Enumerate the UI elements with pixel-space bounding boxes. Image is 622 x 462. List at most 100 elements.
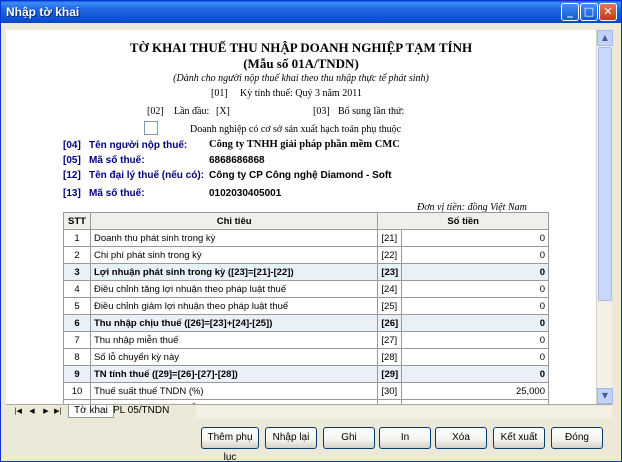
taxpayer-label: Tên người nộp thuế: — [89, 140, 188, 151]
taxpayer-value: Công ty TNHH giải pháp phần mềm CMC — [209, 139, 400, 150]
period-label: Kỳ tính thuế: Quý 3 năm 2011 — [240, 88, 362, 99]
agent-taxid-label: Mã số thuế: — [89, 188, 145, 199]
first-sheet-icon[interactable]: |◀ — [12, 406, 24, 417]
tab-to-khai[interactable]: Tờ khai — [68, 405, 114, 418]
agent-value: Công ty CP Công nghệ Diamond - Soft — [209, 170, 392, 181]
next-sheet-icon[interactable]: ▶ — [40, 406, 52, 417]
row-stt: 6 — [63, 314, 91, 332]
header-stt: STT — [63, 212, 91, 230]
row-code: [23] — [377, 263, 403, 281]
close-window-button[interactable]: ✕ — [599, 3, 617, 21]
row-desc: Thuế suất thuế TNDN (%) — [89, 382, 379, 400]
row-amount[interactable]: 0 — [401, 280, 549, 298]
agent-taxid-code: [13] — [63, 188, 81, 199]
row-amount[interactable]: 0 — [401, 297, 549, 315]
row-stt: 2 — [63, 246, 91, 264]
row-stt: 4 — [63, 280, 91, 298]
table-body: 1 Doanh thu phát sinh trong kỳ [21] 0 2 Chi p… — [63, 229, 549, 404]
app-window: Nhập tờ khai _ □ ✕ TỜ KHAI THUẾ THU NHẬP… — [0, 0, 622, 462]
row-amount[interactable]: 0 — [401, 229, 549, 247]
taxid-value: 6868686868 — [209, 155, 265, 166]
dependent-unit-label: Doanh nghiệp có cơ sở sản xuất hạch toán… — [190, 124, 402, 135]
table-row: 2 Chi phí phát sinh trong kỳ [22] 0 — [63, 246, 549, 264]
print-button[interactable]: In — [379, 427, 431, 449]
table-row: 9 TN tính thuế ([29]=[26]-[27]-[28]) [29] 0 — [63, 365, 549, 383]
row-amount[interactable]: 25,000 — [401, 382, 549, 400]
row-desc: Doanh thu phát sinh trong kỳ — [89, 229, 379, 247]
row-desc: TN tính thuế ([29]=[26]-[27]-[28]) — [89, 365, 379, 383]
row-desc: Điều chỉnh tăng lợi nhuận theo pháp luật… — [89, 280, 379, 298]
close-button[interactable]: Đóng — [551, 427, 603, 449]
prev-sheet-icon[interactable]: ◀ — [26, 406, 38, 417]
row-stt: 5 — [63, 297, 91, 315]
row-stt: 8 — [63, 348, 91, 366]
row-stt: 3 — [63, 263, 91, 281]
dependent-unit-checkbox[interactable] — [144, 121, 158, 135]
period-code: [01] — [211, 88, 228, 99]
supplement-label: Bổ sung lần thứ: — [338, 106, 405, 117]
first-time-code: [02] — [147, 106, 164, 117]
add-appendix-button[interactable]: Thêm phụ lục — [201, 427, 259, 462]
row-desc: Thu nhập miễn thuế — [89, 331, 379, 349]
agent-taxid-value: 0102030405001 — [209, 188, 282, 199]
row-code: [21] — [377, 229, 403, 247]
last-sheet-icon[interactable]: ▶| — [52, 406, 64, 417]
row-stt: 9 — [63, 365, 91, 383]
sheet-tabs: |◀ ◀ ▶ ▶| Tờ khai PL 05/TNDN — [6, 404, 612, 418]
row-amount[interactable]: 0 — [401, 263, 549, 281]
table-row: 6 Thu nhập chịu thuế ([26]=[23]+[24]-[25]… — [63, 314, 549, 332]
row-desc: Chi phí phát sinh trong kỳ — [89, 246, 379, 264]
form-note: (Dành cho người nộp thuế khai theo thu n… — [173, 73, 429, 84]
row-desc: Thu nhập chịu thuế ([26]=[23]+[24]-[25]) — [89, 314, 379, 332]
delete-button[interactable]: Xóa — [435, 427, 487, 449]
row-stt: 7 — [63, 331, 91, 349]
agent-label: Tên đại lý thuế (nếu có): — [89, 170, 205, 181]
taxid-code: [05] — [63, 155, 81, 166]
tab-pl-05[interactable]: PL 05/TNDN — [108, 405, 174, 418]
agent-code: [12] — [63, 170, 81, 181]
table-row: 4 Điều chỉnh tăng lợi nhuận theo pháp luậ… — [63, 280, 549, 298]
table-row: 8 Số lỗ chuyển kỳ này [28] 0 — [63, 348, 549, 366]
export-button[interactable]: Kết xuất — [493, 427, 545, 449]
save-button[interactable]: Ghi — [323, 427, 375, 449]
maximize-button[interactable]: □ — [580, 3, 598, 21]
row-stt: 10 — [63, 382, 91, 400]
row-code: [28] — [377, 348, 403, 366]
row-amount[interactable]: 0 — [401, 348, 549, 366]
taxpayer-code: [04] — [63, 140, 81, 151]
horizontal-scrollbar[interactable] — [196, 406, 612, 418]
table-row: 1 Doanh thu phát sinh trong kỳ [21] 0 — [63, 229, 549, 247]
table-row: 7 Thu nhập miễn thuế [27] 0 — [63, 331, 549, 349]
title-bar: Nhập tờ khai _ □ ✕ — [1, 1, 621, 23]
row-amount[interactable]: 0 — [401, 314, 549, 332]
table-row: 3 Lợi nhuận phát sinh trong kỳ ([23]=[21]… — [63, 263, 549, 281]
row-code: [26] — [377, 314, 403, 332]
header-amount: Số tiền — [377, 212, 549, 230]
row-desc: Số lỗ chuyển kỳ này — [89, 348, 379, 366]
tax-table: STT Chỉ tiêu Số tiền 1 Doanh thu phát sin… — [63, 212, 549, 404]
table-row: 5 Điều chỉnh giảm lợi nhuận theo pháp luậ… — [63, 297, 549, 315]
row-amount[interactable]: 0 — [401, 246, 549, 264]
row-code: [30] — [377, 382, 403, 400]
first-time-label: Lần đầu: — [174, 106, 210, 117]
vertical-scrollbar[interactable]: ▲ ▼ — [596, 30, 613, 404]
scroll-down-icon[interactable]: ▼ — [597, 388, 613, 404]
row-amount[interactable]: 0 — [401, 365, 549, 383]
minimize-button[interactable]: _ — [561, 3, 579, 21]
row-amount[interactable]: 0 — [401, 331, 549, 349]
window-title: Nhập tờ khai — [6, 5, 80, 19]
row-desc: Điều chỉnh giảm lợi nhuận theo pháp luật… — [89, 297, 379, 315]
form-content: TỜ KHAI THUẾ THU NHẬP DOANH NGHIỆP TẠM T… — [6, 30, 596, 404]
row-code: [29] — [377, 365, 403, 383]
table-row: 10 Thuế suất thuế TNDN (%) [30] 25,000 — [63, 382, 549, 400]
row-code: [25] — [377, 297, 403, 315]
row-stt: 1 — [63, 229, 91, 247]
supplement-code: [03] — [313, 106, 330, 117]
reenter-button[interactable]: Nhập lại — [265, 427, 317, 449]
table-header-row: STT Chỉ tiêu Số tiền — [63, 212, 549, 230]
first-time-value[interactable]: [X] — [216, 106, 230, 117]
form-title: TỜ KHAI THUẾ THU NHẬP DOANH NGHIỆP TẠM T… — [129, 40, 473, 55]
scroll-thumb[interactable] — [598, 47, 612, 301]
header-desc: Chỉ tiêu — [89, 212, 379, 230]
scroll-up-icon[interactable]: ▲ — [597, 30, 613, 46]
